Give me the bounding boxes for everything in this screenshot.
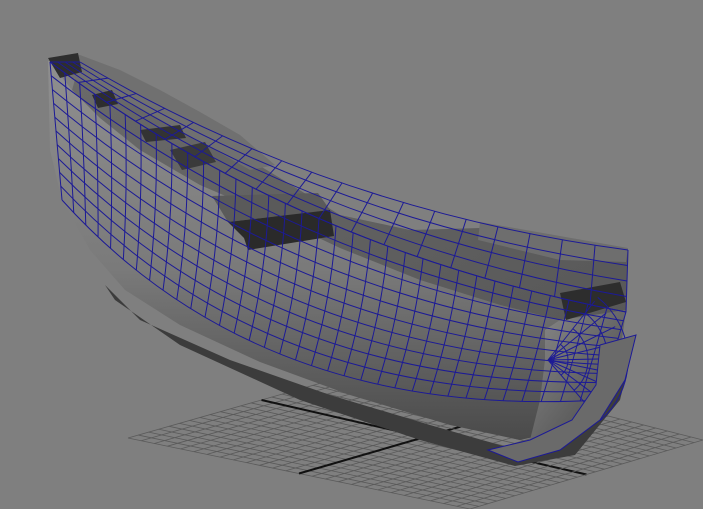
3d-viewport-panel[interactable] xyxy=(0,0,703,509)
ship-hull-mesh[interactable] xyxy=(48,53,637,466)
viewport-canvas[interactable] xyxy=(0,0,703,509)
